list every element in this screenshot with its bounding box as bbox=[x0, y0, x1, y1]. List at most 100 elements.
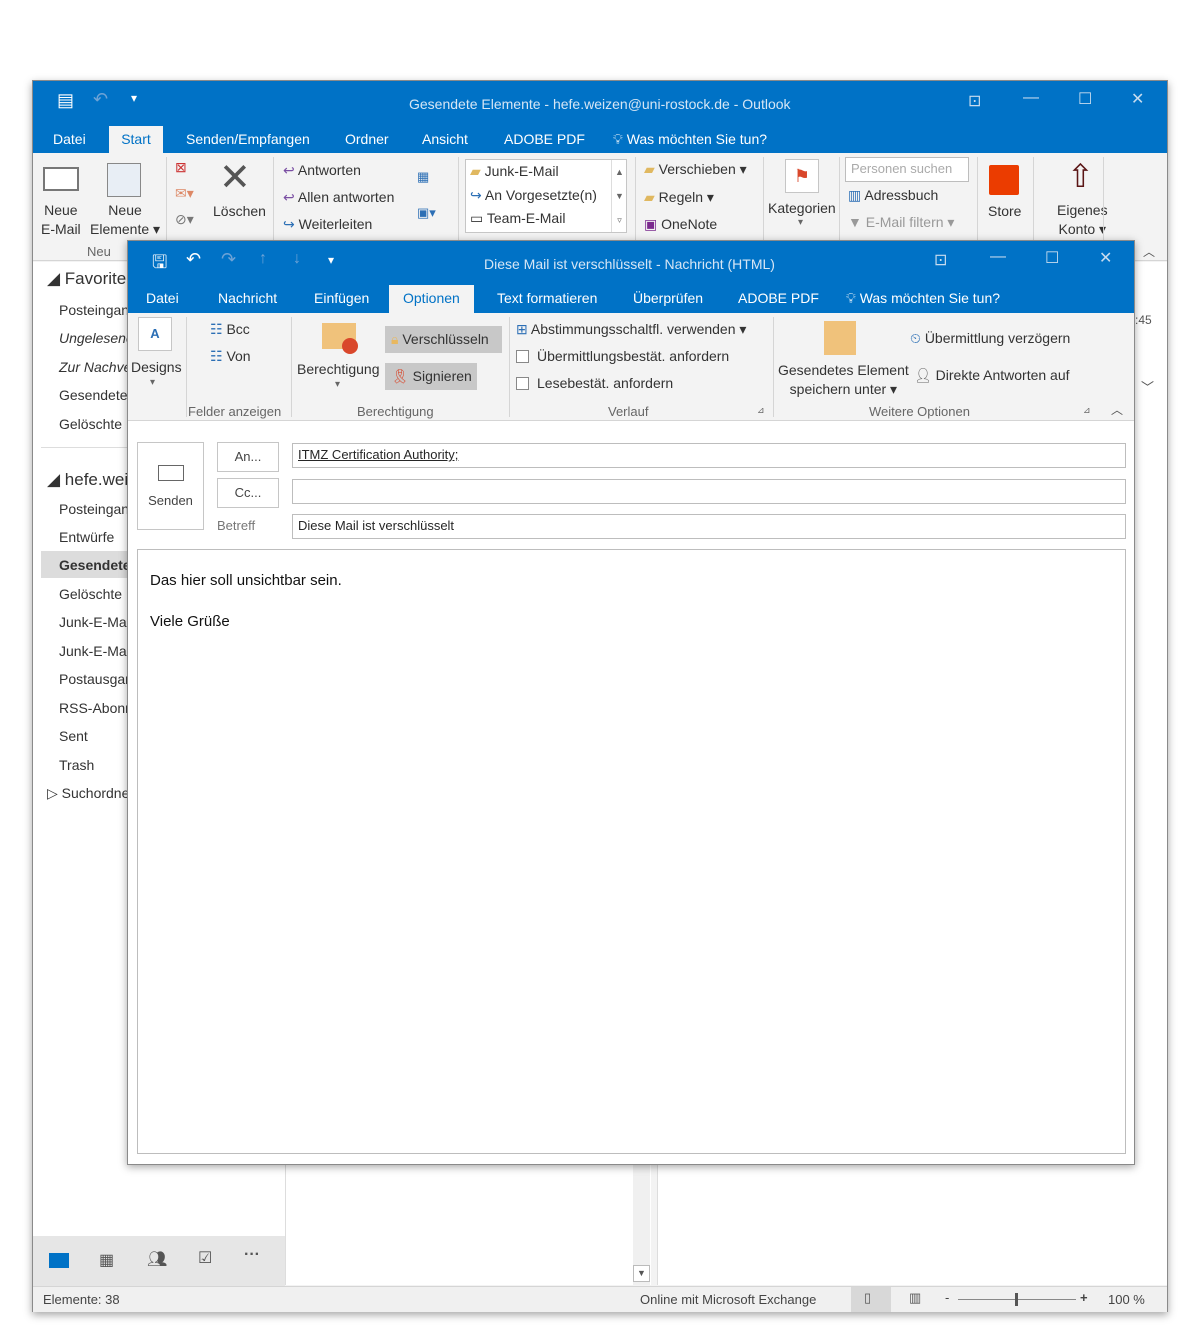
categories-button[interactable]: Kategorien bbox=[768, 200, 836, 216]
bcc-button[interactable]: ☷ Bcc bbox=[210, 321, 250, 338]
send-receive-icon[interactable]: ▤ bbox=[57, 90, 74, 111]
delivery-receipt-checkbox[interactable]: Übermittlungsbestät. anfordern bbox=[516, 348, 729, 364]
collapse-ribbon-icon[interactable]: ︿ bbox=[1111, 401, 1123, 418]
designs-button[interactable]: Designs bbox=[131, 359, 182, 375]
folder-item[interactable]: Posteingang bbox=[59, 302, 137, 318]
calendar-icon[interactable]: ▦ bbox=[99, 1250, 114, 1270]
permission-dropdown-icon[interactable]: ▾ bbox=[335, 379, 340, 390]
tasks-icon[interactable]: ☑ bbox=[198, 1248, 212, 1268]
permission-button[interactable]: Berechtigung bbox=[297, 361, 380, 377]
more-modules-icon[interactable]: ··· bbox=[244, 1246, 260, 1264]
account-button[interactable]: Eigenes Konto ▾ bbox=[1057, 201, 1108, 239]
undo-icon[interactable]: ↶ bbox=[93, 89, 108, 110]
folder-item[interactable]: Gelöschte bbox=[59, 416, 122, 432]
tab-adobe-pdf[interactable]: ADOBE PDF bbox=[496, 126, 593, 153]
tab-ueberpruefen[interactable]: Überprüfen bbox=[625, 285, 711, 312]
tab-adobe-pdf[interactable]: ADOBE PDF bbox=[730, 285, 827, 312]
folder-item[interactable]: Trash bbox=[59, 757, 94, 773]
normal-view-button[interactable]: ▯ bbox=[851, 1287, 891, 1312]
categories-dropdown-icon[interactable]: ▾ bbox=[798, 217, 803, 228]
meeting-icon[interactable]: ▦ bbox=[417, 169, 429, 185]
quick-step-junk[interactable]: ▰ Junk-E-Mail bbox=[470, 163, 559, 180]
folder-item[interactable]: Entwürfe bbox=[59, 529, 114, 545]
delete-button[interactable]: Löschen bbox=[213, 203, 266, 219]
tab-datei[interactable]: Datei bbox=[138, 285, 187, 312]
address-book-button[interactable]: ▥ Adressbuch bbox=[848, 187, 938, 204]
to-field[interactable]: ITMZ Certification Authority; bbox=[292, 443, 1126, 468]
direct-replies-button[interactable]: 👤︎ Direkte Antworten auf bbox=[914, 367, 1070, 384]
undo-icon[interactable]: ↶ bbox=[186, 249, 201, 270]
encrypt-button[interactable]: 🔒︎ Verschlüsseln bbox=[385, 326, 502, 353]
previous-item-icon[interactable]: ↑ bbox=[259, 250, 267, 268]
cc-field[interactable] bbox=[292, 479, 1126, 504]
reading-view-icon[interactable]: ▥ bbox=[909, 1290, 921, 1306]
tell-me[interactable]: 💡︎ Was möchten Sie tun? bbox=[605, 126, 775, 153]
tab-optionen[interactable]: Optionen bbox=[389, 285, 474, 313]
from-button[interactable]: ☷ Von bbox=[210, 348, 251, 365]
minimize-button[interactable]: — bbox=[1023, 89, 1039, 107]
ignore-icon[interactable]: ⊠ bbox=[175, 159, 187, 176]
tracking-dialog-launcher[interactable]: ⊿ bbox=[757, 405, 765, 416]
folder-item[interactable]: Gelöschte bbox=[59, 586, 122, 602]
designs-dropdown-icon[interactable]: ▾ bbox=[150, 377, 155, 388]
filter-email-button[interactable]: ▼ E-Mail filtern ▾ bbox=[848, 214, 954, 231]
to-button[interactable]: An... bbox=[217, 442, 279, 472]
people-icon[interactable]: 👥︎ bbox=[147, 1249, 167, 1269]
quick-steps-scroll[interactable]: ▲ ▼ ▿ bbox=[611, 160, 627, 232]
subject-field[interactable]: Diese Mail ist verschlüsselt bbox=[292, 514, 1126, 539]
expand-icon[interactable]: ﹀ bbox=[1141, 377, 1154, 396]
search-people-input[interactable]: Personen suchen bbox=[845, 157, 969, 182]
cleanup-icon[interactable]: ✉▾ bbox=[175, 185, 194, 202]
folder-item-selected[interactable]: Gesendete bbox=[59, 557, 131, 573]
close-button[interactable]: ✕ bbox=[1099, 248, 1112, 268]
folder-item[interactable]: Gesendete bbox=[59, 387, 128, 403]
tab-nachricht[interactable]: Nachricht bbox=[210, 285, 285, 312]
scroll-down-button[interactable]: ▼ bbox=[633, 1265, 650, 1282]
tab-ansicht[interactable]: Ansicht bbox=[414, 126, 476, 153]
close-button[interactable]: ✕ bbox=[1131, 89, 1144, 109]
delay-delivery-button[interactable]: ⏲︎ Übermittlung verzögern bbox=[910, 330, 1070, 347]
new-email-button[interactable]: Neue E-Mail bbox=[41, 201, 81, 239]
move-button[interactable]: ▰ Verschieben ▾ bbox=[644, 161, 747, 178]
store-button[interactable]: Store bbox=[988, 203, 1021, 219]
onenote-button[interactable]: ▣ OneNote bbox=[644, 216, 717, 233]
collapse-ribbon-icon[interactable]: ︿ bbox=[1143, 243, 1155, 260]
save-sent-item-button[interactable]: Gesendetes Element speichern unter ▾ bbox=[778, 361, 909, 399]
reply-all-button[interactable]: ↩ Allen antworten bbox=[283, 189, 394, 206]
read-receipt-checkbox[interactable]: Lesebestät. anfordern bbox=[516, 375, 673, 391]
ribbon-display-icon[interactable]: ⊡ bbox=[968, 91, 981, 111]
message-list-scrollbar[interactable]: ▼ bbox=[633, 1161, 650, 1285]
zoom-out-button[interactable]: - bbox=[945, 1290, 949, 1305]
favorites-header[interactable]: ◢ Favoriten bbox=[47, 269, 136, 289]
save-icon[interactable]: 🖫︎ bbox=[152, 250, 167, 280]
message-body-editor[interactable]: Das hier soll unsichtbar sein. Viele Grü… bbox=[137, 549, 1126, 1154]
folder-item[interactable]: Junk-E-Mail bbox=[59, 643, 133, 659]
rules-button[interactable]: ▰ Regeln ▾ bbox=[644, 189, 714, 206]
minimize-button[interactable]: — bbox=[990, 248, 1006, 266]
quick-step-team[interactable]: ▭ Team-E-Mail bbox=[470, 210, 565, 227]
mail-icon[interactable] bbox=[49, 1253, 69, 1268]
tab-einfuegen[interactable]: Einfügen bbox=[306, 285, 377, 312]
junk-icon[interactable]: ⊘▾ bbox=[175, 211, 194, 228]
voting-buttons[interactable]: ⊞ Abstimmungsschaltfl. verwenden ▾ bbox=[516, 321, 746, 338]
zoom-in-button[interactable]: + bbox=[1080, 1290, 1088, 1305]
customize-toolbar-icon[interactable]: ▾ bbox=[131, 91, 137, 105]
forward-button[interactable]: ↪ Weiterleiten bbox=[283, 216, 372, 233]
folder-item[interactable]: Sent bbox=[59, 728, 88, 744]
folder-item[interactable]: Ungelesene bbox=[59, 330, 134, 346]
quick-step-manager[interactable]: ↪ An Vorgesetzte(n) bbox=[470, 187, 597, 204]
tab-text-formatieren[interactable]: Text formatieren bbox=[489, 285, 605, 312]
more-options-dialog-launcher[interactable]: ⊿ bbox=[1083, 405, 1091, 416]
new-items-button[interactable]: Neue Elemente ▾ bbox=[90, 201, 160, 239]
more-respond-icon[interactable]: ▣▾ bbox=[417, 205, 436, 221]
tab-datei[interactable]: Datei bbox=[45, 126, 94, 153]
folder-item[interactable]: Junk-E-Mail bbox=[59, 614, 133, 630]
cc-button[interactable]: Cc... bbox=[217, 478, 279, 508]
reply-button[interactable]: ↩ Antworten bbox=[283, 162, 361, 179]
ribbon-display-icon[interactable]: ⊡ bbox=[934, 250, 947, 270]
search-folders-item[interactable]: ▷ Suchordner bbox=[47, 785, 134, 802]
next-item-icon[interactable]: ↓ bbox=[293, 250, 301, 268]
customize-toolbar-icon[interactable]: ▾ bbox=[328, 253, 334, 267]
maximize-button[interactable]: ☐ bbox=[1045, 248, 1059, 268]
redo-icon[interactable]: ↷ bbox=[221, 249, 236, 270]
